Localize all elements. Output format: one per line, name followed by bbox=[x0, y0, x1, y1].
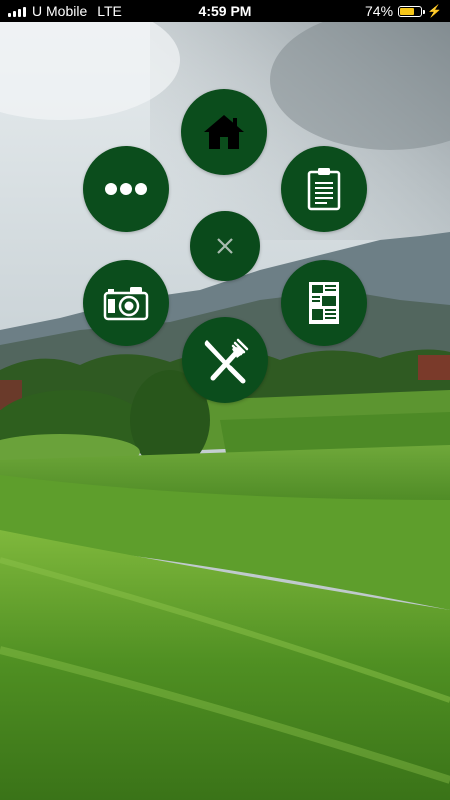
home-button[interactable] bbox=[181, 89, 267, 175]
battery-level bbox=[400, 7, 415, 15]
food-button[interactable] bbox=[182, 317, 268, 403]
home-icon bbox=[204, 115, 244, 149]
close-icon bbox=[217, 238, 233, 254]
status-bar: U Mobile LTE 4:59 PM 74% ⚡ bbox=[0, 0, 450, 22]
camera-button[interactable] bbox=[83, 260, 169, 346]
newspaper-icon bbox=[309, 282, 339, 324]
more-button[interactable] bbox=[83, 146, 169, 232]
battery-icon bbox=[398, 5, 426, 17]
knife-fork-icon bbox=[204, 338, 249, 384]
newspaper-button[interactable] bbox=[281, 260, 367, 346]
close-menu-button[interactable] bbox=[190, 211, 260, 281]
more-dots-icon bbox=[105, 183, 147, 195]
battery-percent: 74% bbox=[365, 3, 394, 19]
camera-icon bbox=[103, 287, 149, 321]
clipboard-button[interactable] bbox=[281, 146, 367, 232]
clipboard-icon bbox=[307, 168, 341, 211]
charging-icon: ⚡ bbox=[427, 4, 442, 18]
